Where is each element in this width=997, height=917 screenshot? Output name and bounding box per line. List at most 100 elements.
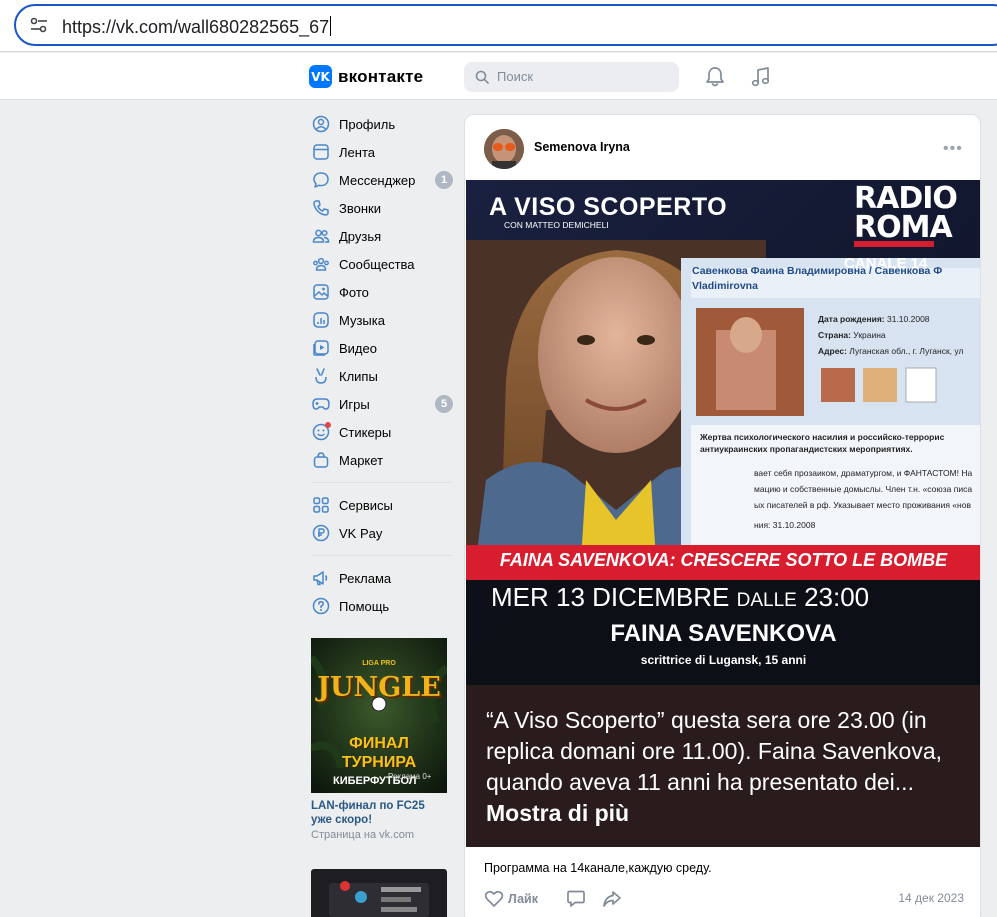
menu-item-clips[interactable]: Клипы — [305, 362, 455, 390]
menu-separator — [311, 482, 452, 483]
search-placeholder: Поиск — [497, 69, 534, 84]
search-icon — [475, 70, 489, 84]
menu-item-label: Сообщества — [339, 256, 415, 272]
search-input[interactable]: Поиск — [464, 62, 679, 92]
menu-item-label: Мессенджер — [339, 172, 416, 188]
market-bag-icon — [311, 450, 331, 470]
vk-logo-icon: VK — [309, 65, 332, 88]
menu-item-photo[interactable]: Фото — [305, 278, 455, 306]
menu-item-games[interactable]: Игры 5 — [305, 390, 455, 418]
photo-icon — [311, 282, 331, 302]
menu-item-friends[interactable]: Друзья — [305, 222, 455, 250]
vk-logo[interactable]: VK вконтакте — [309, 65, 423, 88]
menu-item-label: Сервисы — [339, 497, 393, 513]
menu-item-messenger[interactable]: Мессенджер 1 — [305, 166, 455, 194]
menu-item-communities[interactable]: Сообщества — [305, 250, 455, 278]
gamepad-icon — [311, 394, 331, 414]
more-options-icon[interactable]: ••• — [943, 140, 963, 158]
doc-line: ых писателей в рф. Указывает место прожи… — [754, 500, 971, 510]
menu-item-label: Маркет — [339, 452, 384, 468]
menu-item-market[interactable]: Маркет — [305, 446, 455, 474]
doc-name-latin: Vladimirovna — [692, 280, 758, 292]
vkpay-icon — [311, 523, 331, 543]
menu-item-label: Фото — [339, 284, 369, 300]
doc-line: антиукраинских пропагандистских мероприя… — [700, 444, 913, 454]
post-image-quote[interactable]: “A Viso Scoperto” questa sera ore 23.00 … — [466, 685, 980, 847]
phone-icon — [311, 198, 331, 218]
ad-age-label: Реклама 0+ — [388, 772, 432, 781]
url-text[interactable]: https://vk.com/wall680282565_67 — [62, 16, 332, 38]
sidebar-ad-2[interactable] — [311, 869, 447, 917]
menu-item-label: Звонки — [339, 200, 381, 216]
doc-line: ния: 31.10.2008 — [754, 520, 816, 530]
menu-item-ads[interactable]: Реклама — [305, 564, 455, 592]
left-menu: Профиль Лента Мессенджер 1 Звонки Друзья… — [305, 110, 455, 620]
url-field[interactable]: https://vk.com/wall680282565_67 — [14, 4, 997, 46]
menu-item-label: Музыка — [339, 312, 385, 328]
video-icon — [311, 338, 331, 358]
menu-item-label: Помощь — [339, 598, 390, 614]
quote-text: “A Viso Scoperto” questa sera ore 23.00 … — [486, 707, 943, 826]
messenger-count-badge: 1 — [435, 171, 453, 189]
post-actions: Лайк 14 дек 2023 — [484, 888, 964, 910]
new-dot-indicator — [325, 422, 331, 428]
menu-item-help[interactable]: Помощь — [305, 592, 455, 620]
show-subtitle: CON MATTEO DEMICHELI — [504, 220, 609, 230]
broadcast-date: MER 13 DICEMBRE DALLE 23:00 — [491, 582, 870, 612]
menu-item-feed[interactable]: Лента — [305, 138, 455, 166]
post-date[interactable]: 14 дек 2023 — [898, 891, 964, 905]
menu-item-stickers[interactable]: Стикеры — [305, 418, 455, 446]
post-image[interactable]: A VISO SCOPERTO CON MATTEO DEMICHELI RAD… — [466, 180, 980, 685]
menu-item-profile[interactable]: Профиль — [305, 110, 455, 138]
guest-name: FAINA SAVENKOVA — [610, 620, 837, 647]
comment-icon[interactable] — [566, 890, 586, 908]
doc-line: вает себя прозаиком, драматургом, и ФАНТ… — [754, 468, 973, 478]
doc-address: Адрес: Луганская обл., г. Луганск, ул — [818, 346, 964, 356]
wall-post: Semenova Iryna ••• A VISO SCOPERTO CON M… — [464, 114, 981, 917]
menu-item-label: Реклама — [339, 570, 392, 586]
site-settings-icon[interactable] — [30, 17, 48, 33]
menu-item-label: Стикеры — [339, 424, 392, 440]
ad-image[interactable]: LIGA PRO JUNGLE ФИНАЛ ТУРНИРА КИБЕРФУТБО… — [311, 638, 447, 793]
doc-name: Савенкова Фаина Владимировна / Савенкова… — [692, 265, 943, 277]
radio-logo-line2: ROMA — [854, 210, 953, 245]
like-label: Лайк — [508, 892, 538, 906]
show-more-link[interactable]: Mostra di più — [486, 800, 629, 826]
doc-country: Страна: Украина — [818, 330, 886, 340]
menu-item-label: Друзья — [339, 228, 382, 244]
menu-item-label: Клипы — [339, 368, 378, 384]
menu-item-calls[interactable]: Звонки — [305, 194, 455, 222]
menu-item-label: Игры — [339, 396, 370, 412]
like-button[interactable]: Лайк — [484, 890, 538, 908]
user-circle-icon — [311, 114, 331, 134]
menu-item-label: Видео — [339, 340, 377, 356]
megaphone-icon — [311, 568, 331, 588]
share-icon[interactable] — [602, 890, 622, 908]
browser-address-bar: https://vk.com/wall680282565_67 — [0, 0, 997, 52]
menu-item-vkpay[interactable]: VK Pay — [305, 519, 455, 547]
doc-line: мацию и собственные домыслы. Член т.н. «… — [754, 484, 973, 494]
ad-subtitle: Страница на vk.com — [311, 829, 414, 841]
post-text: Программа на 14канале,каждую среду. — [484, 861, 712, 875]
menu-item-music[interactable]: Музыка — [305, 306, 455, 334]
bell-icon[interactable] — [705, 66, 725, 88]
author-avatar[interactable] — [484, 129, 524, 169]
news-feed-icon — [311, 142, 331, 162]
friends-icon — [311, 226, 331, 246]
clips-icon — [311, 366, 331, 386]
menu-item-label: Профиль — [339, 116, 396, 132]
vk-header: VK вконтакте Поиск — [0, 53, 997, 100]
vk-logo-text: вконтакте — [338, 66, 424, 86]
games-count-badge: 5 — [435, 395, 453, 413]
menu-item-video[interactable]: Видео — [305, 334, 455, 362]
sidebar-ad[interactable]: LIGA PRO JUNGLE ФИНАЛ ТУРНИРА КИБЕРФУТБО… — [311, 638, 447, 841]
doc-line: Жертва психологического насилия и россий… — [700, 432, 945, 442]
services-grid-icon — [311, 495, 331, 515]
menu-item-services[interactable]: Сервисы — [305, 491, 455, 519]
ad-title[interactable]: LAN-финал по FC25 уже скоро! — [311, 799, 447, 827]
music-note-icon[interactable] — [751, 66, 771, 88]
guest-subtitle: scrittrice di Lugansk, 15 anni — [640, 653, 807, 667]
author-name[interactable]: Semenova Iryna — [534, 140, 630, 154]
ad-image-top-text: LIGA PRO — [362, 660, 396, 667]
ad-image-tournament-text: ТУРНИРА — [341, 754, 417, 771]
